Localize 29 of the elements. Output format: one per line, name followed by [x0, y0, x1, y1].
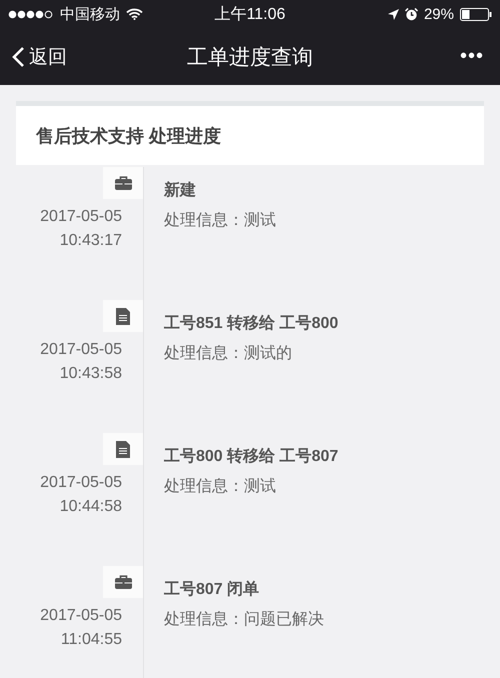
entry-date: 2017-05-05: [40, 340, 123, 360]
entry-title: 工号807 闭单: [164, 580, 260, 600]
entry-info: 处理信息：测试: [164, 210, 276, 231]
entry-info: 处理信息：测试的: [164, 344, 293, 364]
status-time: 上午11:06: [214, 4, 286, 24]
carrier-name: 中国移动: [60, 4, 120, 24]
entry-info: 处理信息：问题已解决: [164, 610, 324, 630]
card-title: 售后技术支持 处理进度: [36, 124, 222, 148]
entry-title: 新建: [164, 180, 197, 201]
entry-time: 10:43:58: [60, 364, 123, 384]
battery-icon: [460, 8, 492, 20]
entry-date: 2017-05-05: [40, 207, 123, 227]
battery-percent: 29%: [424, 6, 454, 22]
more-button[interactable]: •••: [388, 45, 488, 68]
chevron-left-icon: [12, 46, 25, 68]
entry-title: 工号851 转移给 工号800: [164, 314, 338, 334]
location-arrow-icon: [388, 8, 399, 20]
entry-time: 11:04:55: [60, 630, 123, 650]
wifi-icon: [126, 8, 143, 20]
entry-time: 10:44:58: [60, 497, 123, 517]
entry-date: 2017-05-05: [40, 473, 123, 493]
page-title: 工单进度查询: [187, 44, 313, 70]
signal-icon: [8, 10, 54, 18]
alarm-icon: [404, 8, 418, 20]
entry-time: 10:43:17: [60, 231, 123, 251]
entry-info: 处理信息：测试: [164, 476, 277, 497]
entry-title: 工号800 转移给 工号807: [164, 446, 338, 467]
back-button[interactable]: 返回: [12, 44, 112, 70]
entry-date: 2017-05-05: [40, 606, 123, 626]
